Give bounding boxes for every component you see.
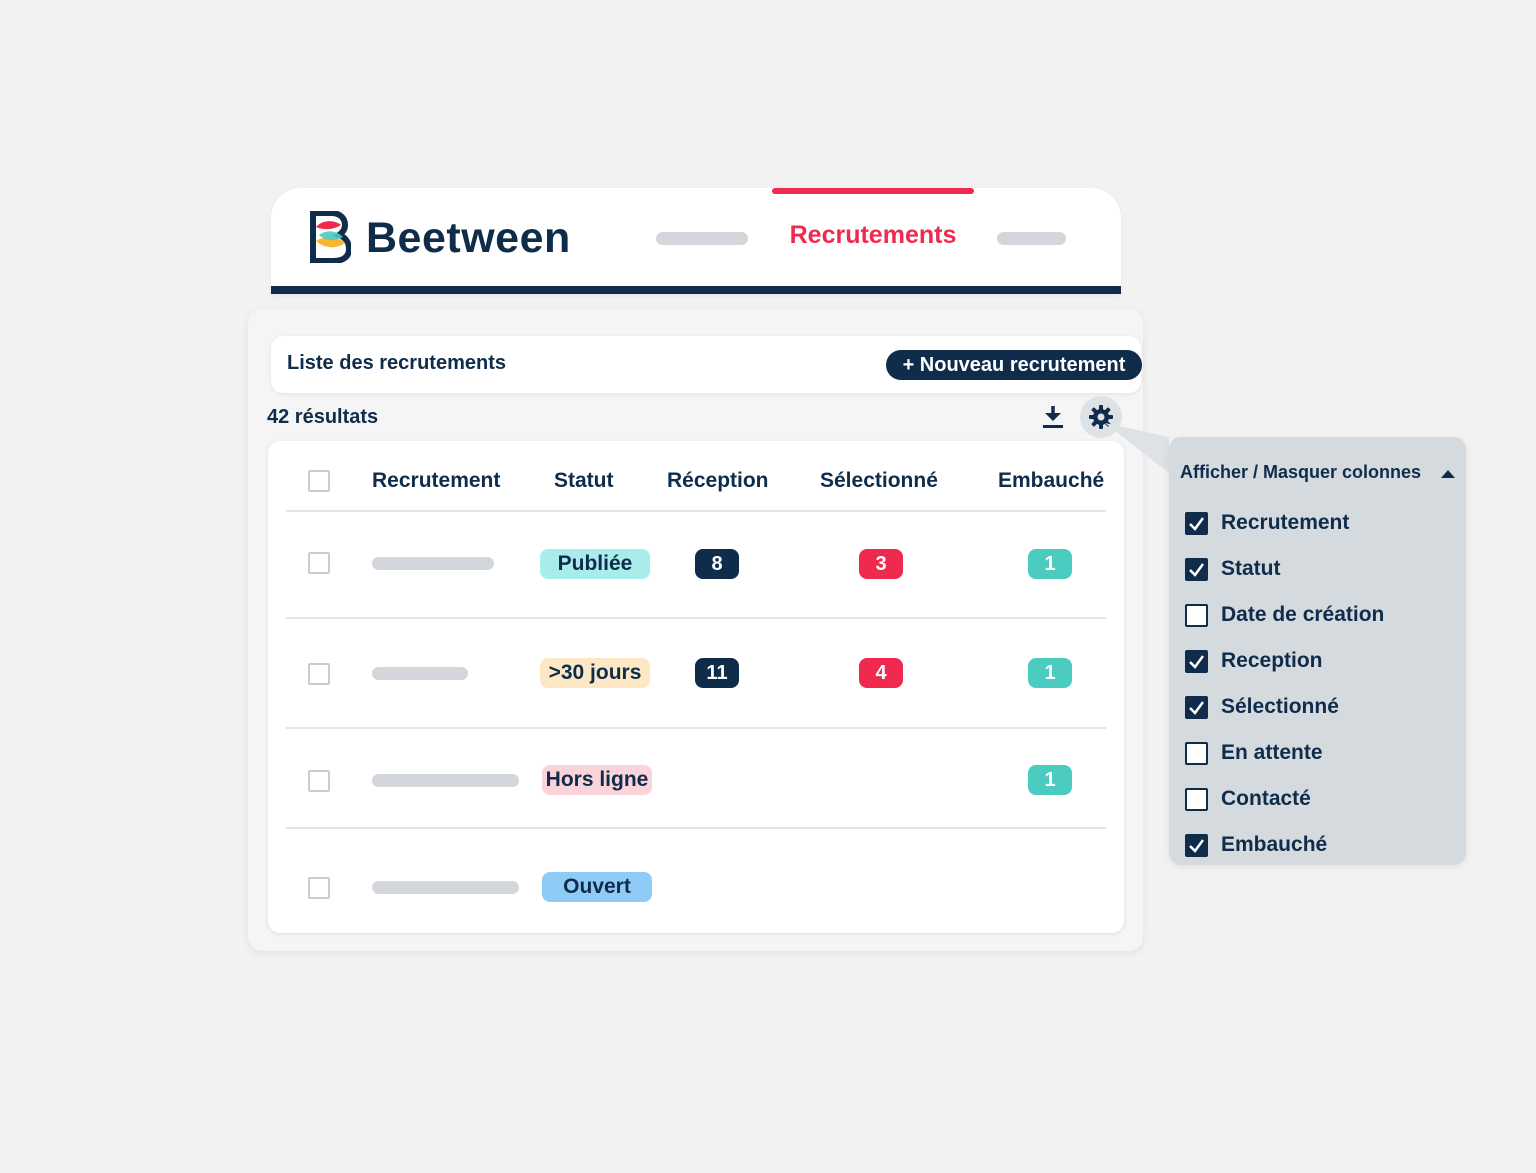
column-option-date-creation[interactable]: Date de création bbox=[1185, 602, 1455, 628]
column-visibility-panel: Afficher / Masquer colonnes Recrutement … bbox=[1169, 437, 1466, 865]
column-option-label: Sélectionné bbox=[1221, 695, 1339, 718]
column-option-label: Embauché bbox=[1221, 833, 1328, 856]
recruitment-name-placeholder bbox=[372, 667, 468, 680]
column-option-recrutement[interactable]: Recrutement bbox=[1185, 510, 1455, 536]
column-header-reception[interactable]: Réception bbox=[667, 469, 769, 493]
row-divider bbox=[286, 827, 1106, 829]
nav-item-placeholder[interactable] bbox=[656, 232, 748, 245]
app-header: Beetween Recrutements bbox=[271, 188, 1121, 294]
nav-item-placeholder[interactable] bbox=[997, 232, 1066, 245]
hired-count-badge[interactable]: 1 bbox=[1028, 549, 1072, 579]
checkbox-checked[interactable] bbox=[1185, 512, 1208, 535]
row-checkbox[interactable] bbox=[308, 552, 330, 574]
hired-count-badge[interactable]: 1 bbox=[1028, 658, 1072, 688]
caret-up-icon[interactable] bbox=[1441, 470, 1455, 478]
checkbox-checked[interactable] bbox=[1185, 558, 1208, 581]
column-option-label: En attente bbox=[1221, 741, 1323, 764]
nav-item-recrutements[interactable]: Recrutements bbox=[772, 188, 974, 294]
column-option-label: Reception bbox=[1221, 649, 1323, 672]
checkbox-unchecked[interactable] bbox=[1185, 742, 1208, 765]
checkbox-checked[interactable] bbox=[1185, 650, 1208, 673]
column-panel-title[interactable]: Afficher / Masquer colonnes bbox=[1180, 462, 1421, 483]
list-title: Liste des recrutements bbox=[287, 352, 506, 374]
row-divider bbox=[286, 727, 1106, 729]
nav-item-label: Recrutements bbox=[789, 221, 957, 249]
column-header-selectionne[interactable]: Sélectionné bbox=[820, 469, 938, 493]
status-badge: Ouvert bbox=[542, 872, 652, 902]
recruitment-table: Recrutement Statut Réception Sélectionné… bbox=[268, 441, 1124, 933]
column-header-recrutement[interactable]: Recrutement bbox=[372, 469, 500, 493]
reception-count-badge[interactable]: 11 bbox=[695, 658, 739, 688]
column-option-label: Recrutement bbox=[1221, 511, 1350, 534]
checkbox-checked[interactable] bbox=[1185, 696, 1208, 719]
column-option-selectionne[interactable]: Sélectionné bbox=[1185, 694, 1455, 720]
row-checkbox[interactable] bbox=[308, 877, 330, 899]
check-icon bbox=[1189, 517, 1205, 531]
column-option-embauche[interactable]: Embauché bbox=[1185, 832, 1455, 858]
column-option-label: Contacté bbox=[1221, 787, 1311, 810]
recruitment-name-placeholder bbox=[372, 557, 494, 570]
column-option-statut[interactable]: Statut bbox=[1185, 556, 1455, 582]
column-option-contacte[interactable]: Contacté bbox=[1185, 786, 1455, 812]
download-icon[interactable] bbox=[1041, 404, 1065, 430]
checkbox-checked[interactable] bbox=[1185, 834, 1208, 857]
column-option-label: Date de création bbox=[1221, 603, 1385, 626]
selected-count-badge[interactable]: 4 bbox=[859, 658, 903, 688]
results-count: 42 résultats bbox=[267, 406, 379, 428]
status-badge: Publiée bbox=[540, 549, 650, 579]
check-icon bbox=[1189, 655, 1205, 669]
column-header-statut[interactable]: Statut bbox=[554, 469, 614, 493]
select-all-checkbox[interactable] bbox=[308, 470, 330, 492]
recruitment-name-placeholder bbox=[372, 774, 519, 787]
row-checkbox[interactable] bbox=[308, 663, 330, 685]
active-nav-indicator bbox=[772, 188, 974, 194]
selected-count-badge[interactable]: 3 bbox=[859, 549, 903, 579]
column-option-label: Statut bbox=[1221, 557, 1281, 580]
status-badge: >30 jours bbox=[540, 658, 650, 688]
row-checkbox[interactable] bbox=[308, 770, 330, 792]
recruitment-name-placeholder bbox=[372, 881, 519, 894]
checkbox-unchecked[interactable] bbox=[1185, 788, 1208, 811]
header-divider bbox=[271, 286, 1121, 294]
recruitment-panel: Liste des recrutements + Nouveau recrute… bbox=[248, 309, 1143, 951]
row-divider bbox=[286, 510, 1106, 512]
status-badge: Hors ligne bbox=[542, 765, 652, 795]
check-icon bbox=[1189, 839, 1205, 853]
column-header-embauche[interactable]: Embauché bbox=[998, 469, 1104, 493]
brand-name: Beetween bbox=[366, 214, 571, 262]
hired-count-badge[interactable]: 1 bbox=[1028, 765, 1072, 795]
check-icon bbox=[1189, 563, 1205, 577]
checkbox-unchecked[interactable] bbox=[1185, 604, 1208, 627]
check-icon bbox=[1189, 701, 1205, 715]
new-recruitment-button[interactable]: + Nouveau recrutement bbox=[886, 350, 1142, 380]
beetween-logo-icon bbox=[310, 211, 351, 263]
reception-count-badge[interactable]: 8 bbox=[695, 549, 739, 579]
row-divider bbox=[286, 617, 1106, 619]
column-option-en-attente[interactable]: En attente bbox=[1185, 740, 1455, 766]
column-option-reception[interactable]: Reception bbox=[1185, 648, 1455, 674]
